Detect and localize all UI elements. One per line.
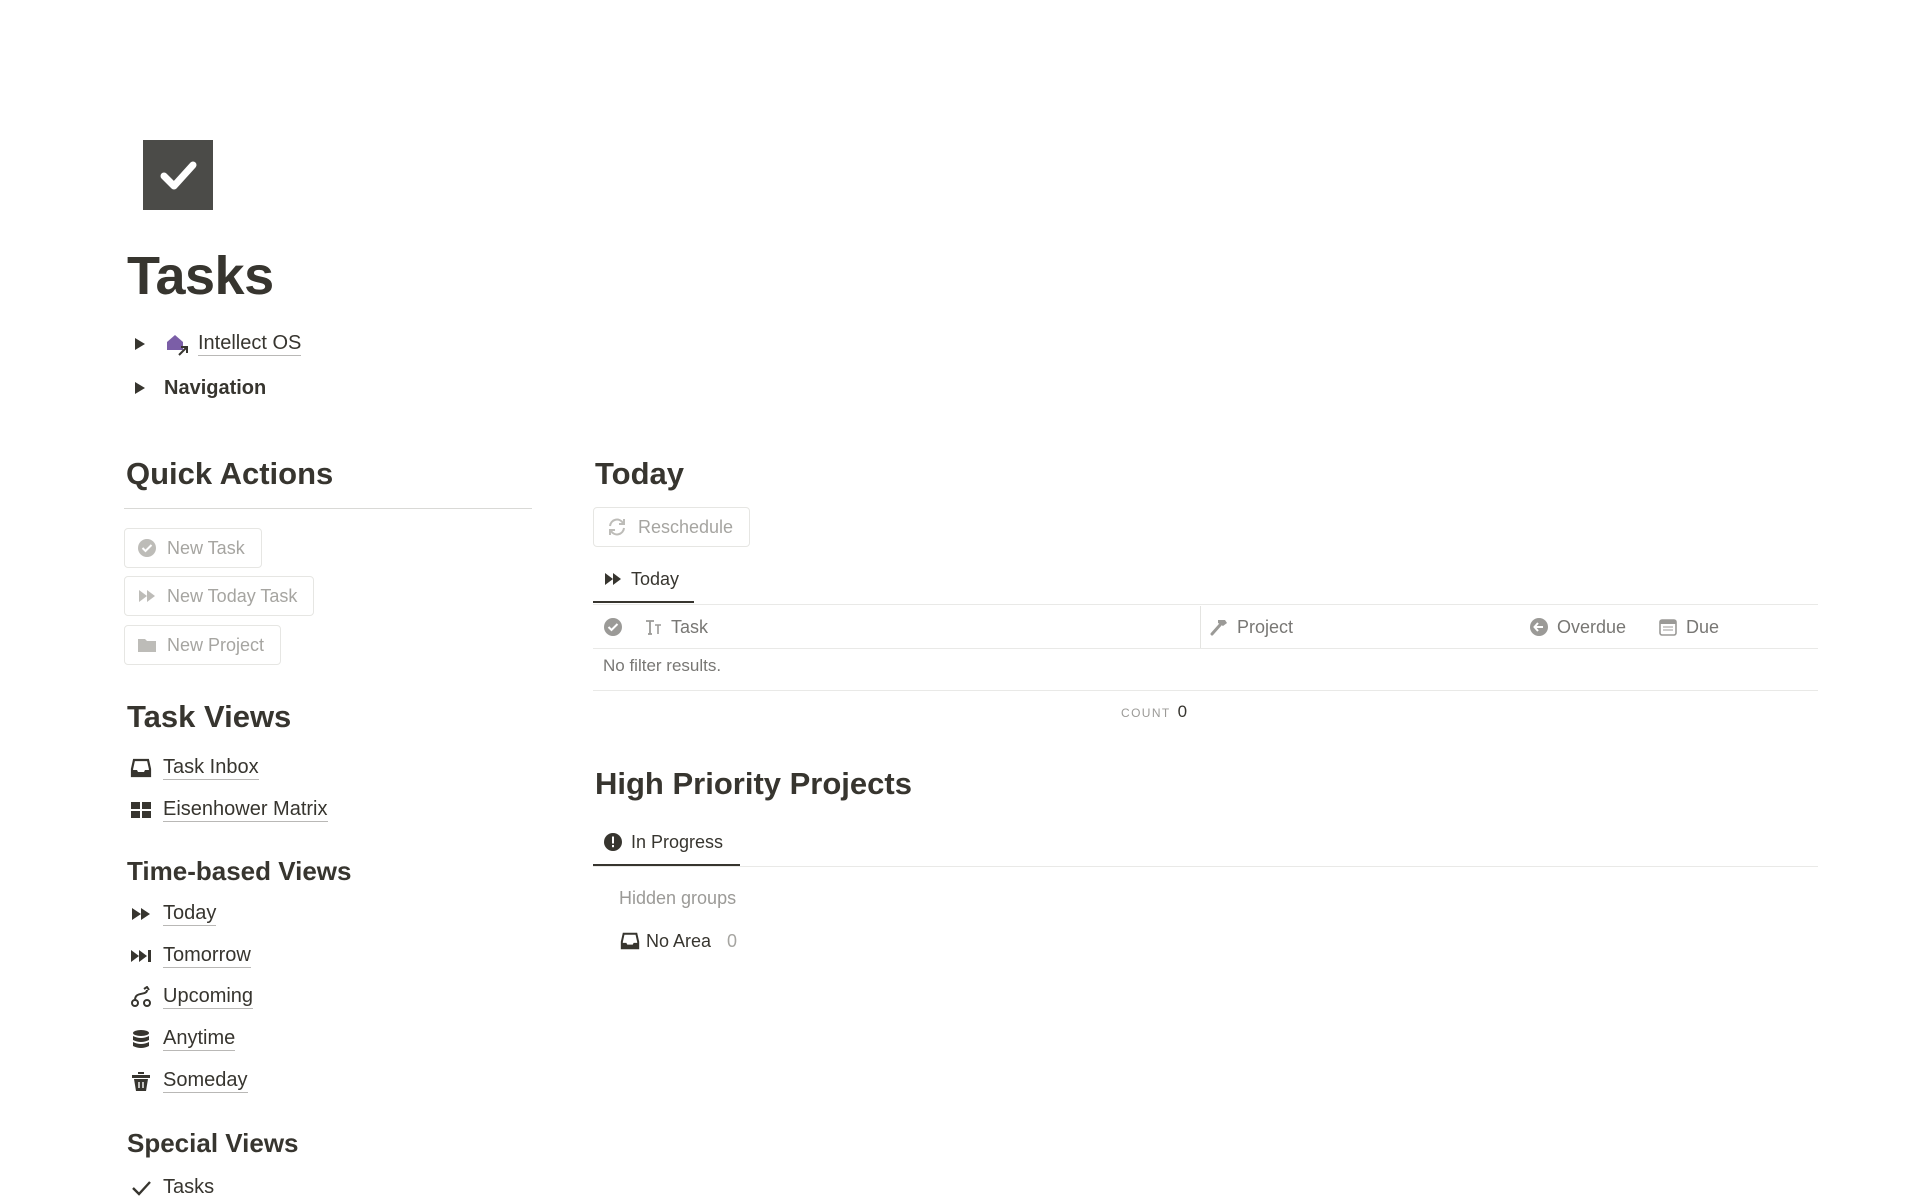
- tab-today[interactable]: Today: [593, 559, 691, 599]
- hidden-groups-label[interactable]: Hidden groups: [619, 888, 736, 909]
- group-label: No Area: [646, 930, 712, 951]
- nav-item-tasks[interactable]: Tasks: [129, 1172, 214, 1199]
- arrow-left-circle-icon: [1529, 617, 1549, 637]
- column-due[interactable]: Due: [1658, 606, 1719, 648]
- group-count: 0: [727, 930, 738, 951]
- nav-item-tomorrow[interactable]: Tomorrow: [129, 940, 251, 972]
- inbox-icon: [129, 756, 153, 780]
- alert-circle-icon: [603, 832, 623, 852]
- nav-item-eisenhower-matrix[interactable]: Eisenhower Matrix: [129, 794, 328, 826]
- reschedule-button[interactable]: Reschedule: [593, 507, 751, 547]
- intellect-os-link[interactable]: Intellect OS: [198, 332, 302, 356]
- special-views-heading: Special Views: [127, 1128, 299, 1158]
- nav-item-label: Tasks: [163, 1176, 215, 1198]
- nav-item-anytime[interactable]: Anytime: [129, 1023, 236, 1055]
- toggle-intellect-os[interactable]: Intellect OS: [133, 328, 302, 360]
- active-tab-indicator: [593, 601, 694, 603]
- grid-icon: [129, 798, 153, 822]
- title-icon: [643, 617, 663, 637]
- checkbox-icon[interactable]: [143, 140, 213, 210]
- column-overdue[interactable]: Overdue: [1529, 606, 1626, 648]
- time-based-views-heading: Time-based Views: [127, 856, 352, 886]
- nav-item-label: Tomorrow: [163, 944, 251, 968]
- check-circle-icon: [137, 538, 157, 558]
- divider: [593, 866, 1818, 867]
- new-today-task-button[interactable]: New Today Task: [124, 576, 315, 616]
- check-circle-icon: [603, 617, 623, 637]
- column-divider: [1200, 606, 1201, 648]
- checkmark-icon: [129, 1176, 153, 1199]
- nav-item-label: Someday: [163, 1069, 248, 1093]
- toggle-arrow-icon[interactable]: [135, 382, 145, 394]
- new-task-label: New Task: [167, 537, 245, 558]
- column-project[interactable]: Project: [1209, 606, 1293, 648]
- nav-item-label: Today: [163, 902, 217, 926]
- count-value: 0: [1177, 702, 1188, 721]
- count-summary[interactable]: COUNT 0: [1121, 702, 1187, 722]
- page-title: Tasks: [127, 246, 274, 306]
- column-label: Due: [1686, 616, 1720, 637]
- nav-item-today[interactable]: Today: [129, 898, 217, 930]
- new-task-button[interactable]: New Task: [124, 528, 262, 568]
- reschedule-label: Reschedule: [638, 516, 734, 537]
- divider: [593, 648, 1818, 649]
- high-priority-projects-heading: High Priority Projects: [595, 766, 912, 801]
- nav-item-label: Anytime: [163, 1027, 236, 1051]
- route-icon: [129, 985, 153, 1009]
- toggle-navigation[interactable]: Navigation: [133, 372, 266, 404]
- nav-item-label: Upcoming: [163, 985, 254, 1009]
- divider: [593, 604, 1818, 605]
- divider: [124, 508, 532, 509]
- fast-forward-icon: [129, 902, 153, 926]
- count-label: COUNT: [1121, 706, 1171, 720]
- divider: [593, 690, 1818, 691]
- fast-forward-icon: [603, 569, 623, 589]
- column-label: Overdue: [1557, 616, 1627, 637]
- hammer-icon: [1209, 617, 1229, 637]
- new-today-task-label: New Today Task: [167, 585, 298, 606]
- page: Tasks Intellect OS Navigation Quick Acti…: [0, 0, 1920, 1199]
- nav-item-label: Eisenhower Matrix: [163, 798, 328, 822]
- column-label: Task: [671, 616, 709, 637]
- fast-forward-icon: [137, 586, 157, 606]
- column-task[interactable]: Task: [643, 606, 708, 648]
- calendar-icon: [1658, 617, 1678, 637]
- inbox-icon: [620, 931, 640, 951]
- empty-state-text: No filter results.: [603, 656, 722, 675]
- column-label: Project: [1237, 616, 1294, 637]
- today-heading: Today: [595, 456, 684, 491]
- tab-label: In Progress: [631, 831, 724, 852]
- nav-item-task-inbox[interactable]: Task Inbox: [129, 752, 259, 784]
- skip-forward-icon: [129, 944, 153, 968]
- navigation-label: Navigation: [164, 376, 267, 399]
- toggle-arrow-icon[interactable]: [135, 338, 145, 350]
- task-views-heading: Task Views: [127, 699, 292, 734]
- nav-item-upcoming[interactable]: Upcoming: [129, 981, 254, 1013]
- quick-actions-heading: Quick Actions: [126, 456, 334, 491]
- tab-in-progress[interactable]: In Progress: [593, 822, 735, 862]
- tab-label: Today: [631, 568, 680, 589]
- nav-item-label: Task Inbox: [163, 756, 259, 780]
- table-header: Task Project Overdue Due: [593, 606, 1818, 648]
- database-icon: [129, 1027, 153, 1051]
- trash-icon: [129, 1069, 153, 1093]
- folder-icon: [137, 635, 157, 655]
- new-project-button[interactable]: New Project: [124, 625, 282, 665]
- group-no-area[interactable]: No Area 0: [620, 926, 737, 956]
- nav-item-someday[interactable]: Someday: [129, 1065, 248, 1097]
- refresh-icon: [606, 516, 628, 538]
- home-link-icon: [164, 331, 190, 357]
- new-project-label: New Project: [167, 634, 265, 655]
- column-status[interactable]: [603, 606, 631, 648]
